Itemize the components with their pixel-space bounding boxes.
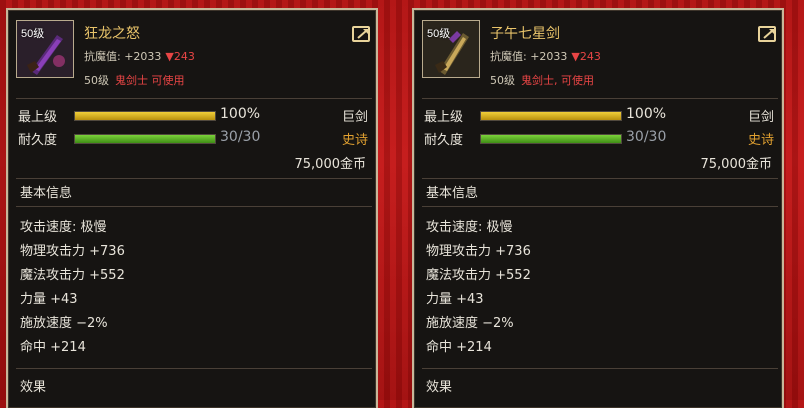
attr-cast-speed: 施放速度 −2% xyxy=(20,316,108,331)
item-header: 50级 子午七星剑 抗魔值: +2033 ▼243 50级 鬼剑士, 可使用 xyxy=(422,20,778,92)
item-tooltip-left: 50级 狂龙之怒 抗魔值: +2033 ▼243 50级 鬼剑士 可使用 最上级 1… xyxy=(6,8,378,408)
attr-physical-attack: 物理攻击力 +736 xyxy=(20,244,125,259)
item-level-badge: 50级 xyxy=(427,28,451,40)
attr-hit: 命中 +214 xyxy=(426,340,492,355)
resist-stat: 抗魔值: +2033 ▼243 xyxy=(490,48,601,64)
basic-info-title: 基本信息 xyxy=(20,186,73,201)
divider xyxy=(422,368,778,369)
attr-hit: 命中 +214 xyxy=(20,340,86,355)
durability-label: 耐久度 xyxy=(424,133,464,148)
rarity: 史诗 xyxy=(341,133,368,148)
quality-bar-fill xyxy=(75,112,215,120)
basic-info-title: 基本信息 xyxy=(426,186,479,201)
attr-strength: 力量 +43 xyxy=(20,292,78,307)
req-level: 50级 xyxy=(84,74,109,87)
durability-label: 耐久度 xyxy=(18,133,58,148)
durability-bar xyxy=(74,134,216,144)
requirement: 50级 鬼剑士, 可使用 xyxy=(490,72,594,88)
quality-row: 最上级 100% 巨剑 xyxy=(16,106,372,126)
quality-bar xyxy=(480,111,622,121)
resist-stat-change: ▼243 xyxy=(571,50,601,63)
rarity: 史诗 xyxy=(747,133,774,148)
quality-bar-fill xyxy=(481,112,621,120)
share-button[interactable] xyxy=(758,26,776,42)
quality-label: 最上级 xyxy=(18,110,58,125)
attr-strength: 力量 +43 xyxy=(426,292,484,307)
quality-bar xyxy=(74,111,216,121)
durability-value: 30/30 xyxy=(626,129,667,145)
requirement: 50级 鬼剑士 可使用 xyxy=(84,72,185,88)
item-type: 巨剑 xyxy=(341,110,368,125)
resist-stat-label: 抗魔值: +2033 xyxy=(84,50,162,63)
item-tooltip-right: 50级 子午七星剑 抗魔值: +2033 ▼243 50级 鬼剑士, 可使用 最上级… xyxy=(412,8,784,408)
price: 75,000金币 xyxy=(294,157,367,172)
share-icon xyxy=(357,29,369,39)
durability-row: 耐久度 30/30 史诗 xyxy=(422,129,778,149)
resist-stat: 抗魔值: +2033 ▼243 xyxy=(84,48,195,64)
item-level-badge: 50级 xyxy=(21,28,45,40)
resist-stat-change: ▼243 xyxy=(165,50,195,63)
durability-row: 耐久度 30/30 史诗 xyxy=(16,129,372,149)
durability-bar-fill xyxy=(481,135,621,143)
item-header: 50级 狂龙之怒 抗魔值: +2033 ▼243 50级 鬼剑士 可使用 xyxy=(16,20,372,92)
quality-label: 最上级 xyxy=(424,110,464,125)
attr-magic-attack: 魔法攻击力 +552 xyxy=(426,268,531,283)
attr-attack-speed: 攻击速度: 极慢 xyxy=(426,220,513,235)
divider xyxy=(16,206,372,207)
share-icon xyxy=(763,29,775,39)
divider xyxy=(16,98,372,99)
durability-bar xyxy=(480,134,622,144)
durability-value: 30/30 xyxy=(220,129,261,145)
attr-cast-speed: 施放速度 −2% xyxy=(426,316,514,331)
attr-magic-attack: 魔法攻击力 +552 xyxy=(20,268,125,283)
divider xyxy=(16,368,372,369)
divider xyxy=(422,178,778,179)
item-name: 子午七星剑 xyxy=(490,26,560,42)
attr-attack-speed: 攻击速度: 极慢 xyxy=(20,220,107,235)
item-icon-frame[interactable]: 50级 xyxy=(422,20,480,78)
quality-value: 100% xyxy=(220,106,261,122)
item-name: 狂龙之怒 xyxy=(84,26,140,42)
durability-bar-fill xyxy=(75,135,215,143)
item-icon-frame[interactable]: 50级 xyxy=(16,20,74,78)
effect-title: 效果 xyxy=(426,380,453,395)
quality-value: 100% xyxy=(626,106,667,122)
quality-row: 最上级 100% 巨剑 xyxy=(422,106,778,126)
divider xyxy=(422,206,778,207)
req-level: 50级 xyxy=(490,74,515,87)
req-class: 鬼剑士 可使用 xyxy=(115,74,185,87)
price: 75,000金币 xyxy=(700,157,773,172)
divider xyxy=(422,98,778,99)
attr-physical-attack: 物理攻击力 +736 xyxy=(426,244,531,259)
share-button[interactable] xyxy=(352,26,370,42)
divider xyxy=(16,178,372,179)
effect-title: 效果 xyxy=(20,380,47,395)
item-type: 巨剑 xyxy=(747,110,774,125)
req-class: 鬼剑士, 可使用 xyxy=(521,74,594,87)
resist-stat-label: 抗魔值: +2033 xyxy=(490,50,568,63)
